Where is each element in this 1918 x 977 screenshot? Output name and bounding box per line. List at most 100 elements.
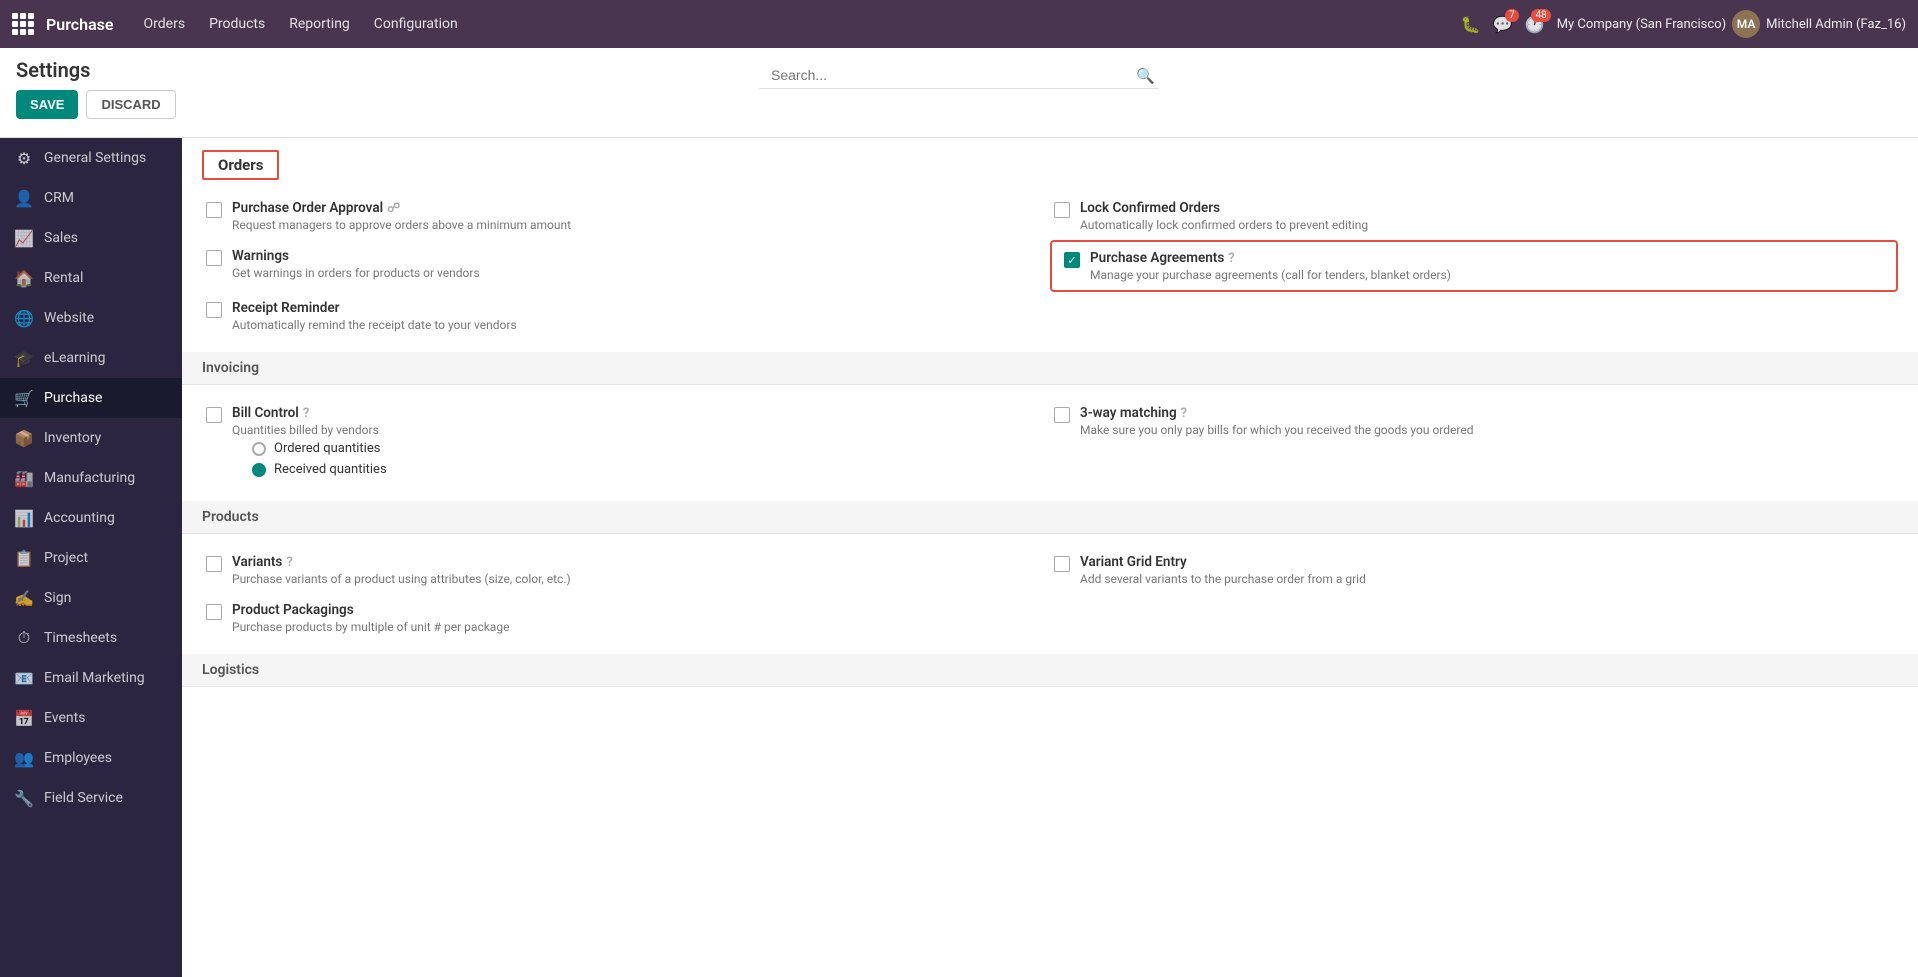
variants-title: Variants ? [232, 554, 571, 570]
sidebar-label-timesheets: Timesheets [44, 630, 117, 646]
sidebar-label-inventory: Inventory [44, 430, 101, 446]
company-name: My Company (San Francisco) [1557, 17, 1726, 32]
inventory-icon: 📦 [14, 428, 34, 448]
product-packagings-text: Product Packagings Purchase products by … [232, 602, 509, 634]
sidebar-item-sales[interactable]: 📈 Sales [0, 218, 182, 258]
sidebar-label-manufacturing: Manufacturing [44, 470, 135, 486]
settings-content: Orders Purchase Order Approval ☍ Request… [182, 138, 1918, 977]
sales-icon: 📈 [14, 228, 34, 248]
nav-products[interactable]: Products [199, 10, 275, 38]
purchase-order-approval-help[interactable]: ☍ [387, 201, 400, 216]
receipt-reminder-title: Receipt Reminder [232, 300, 517, 316]
sidebar-item-inventory[interactable]: 📦 Inventory [0, 418, 182, 458]
orders-section-header-wrap: Orders [182, 138, 1918, 192]
warnings-text: Warnings Get warnings in orders for prod… [232, 248, 480, 280]
sidebar-label-field-service: Field Service [44, 790, 123, 806]
bill-control-help[interactable]: ? [303, 406, 309, 421]
radio-received-quantities[interactable]: Received quantities [252, 462, 1046, 477]
purchase-agreements-checkbox[interactable]: ✓ [1064, 252, 1080, 268]
lock-confirmed-orders-desc: Automatically lock confirmed orders to p… [1080, 218, 1368, 232]
sidebar-label-elearning: eLearning [44, 350, 105, 366]
sidebar-item-website[interactable]: 🌐 Website [0, 298, 182, 338]
lock-confirmed-orders-item: Lock Confirmed Orders Automatically lock… [1050, 192, 1898, 240]
top-navigation: Purchase Orders Products Reporting Confi… [0, 0, 1918, 48]
sidebar-label-purchase: Purchase [44, 390, 102, 406]
sidebar-item-employees[interactable]: 👥 Employees [0, 738, 182, 778]
variant-grid-entry-title: Variant Grid Entry [1080, 554, 1366, 570]
employees-icon: 👥 [14, 748, 34, 768]
lock-confirmed-orders-checkbox[interactable] [1054, 202, 1070, 218]
sidebar-item-purchase[interactable]: 🛒 Purchase [0, 378, 182, 418]
search-input[interactable] [759, 62, 1159, 89]
purchase-icon: 🛒 [14, 388, 34, 408]
radio-ordered-quantities[interactable]: Ordered quantities [252, 441, 1046, 456]
nav-reporting[interactable]: Reporting [279, 10, 360, 38]
messages-icon[interactable]: 💬 7 [1493, 15, 1513, 34]
nav-configuration[interactable]: Configuration [364, 10, 468, 38]
sidebar-label-project: Project [44, 550, 88, 566]
app-name[interactable]: Purchase [46, 15, 114, 34]
sidebar-item-accounting[interactable]: 📊 Accounting [0, 498, 182, 538]
sidebar-item-timesheets[interactable]: ⏱ Timesheets [0, 618, 182, 658]
bill-control-desc: Quantities billed by vendors [232, 423, 379, 437]
sidebar-label-rental: Rental [44, 270, 83, 286]
sign-icon: ✍ [14, 588, 34, 608]
sidebar-item-sign[interactable]: ✍ Sign [0, 578, 182, 618]
nav-orders[interactable]: Orders [134, 10, 196, 38]
radio-ordered-label: Ordered quantities [274, 441, 380, 456]
user-info[interactable]: My Company (San Francisco) MA Mitchell A… [1557, 10, 1906, 38]
product-packagings-title: Product Packagings [232, 602, 509, 618]
invoicing-section-title: Invoicing [182, 352, 1918, 385]
discard-button[interactable]: DISCARD [86, 90, 175, 119]
clock-icon[interactable]: 🕐 48 [1525, 15, 1545, 34]
bug-icon[interactable]: 🐛 [1461, 15, 1481, 34]
three-way-help[interactable]: ? [1181, 406, 1187, 421]
sidebar-item-rental[interactable]: 🏠 Rental [0, 258, 182, 298]
purchase-order-approval-desc: Request managers to approve orders above… [232, 218, 571, 232]
top-right-icons: 🐛 💬 7 🕐 48 My Company (San Francisco) MA… [1461, 10, 1906, 38]
app-grid-icon[interactable] [12, 13, 34, 35]
rental-icon: 🏠 [14, 268, 34, 288]
field-service-icon: 🔧 [14, 788, 34, 808]
project-icon: 📋 [14, 548, 34, 568]
bill-control-checkbox[interactable] [206, 407, 222, 423]
purchase-agreements-help[interactable]: ? [1228, 251, 1234, 266]
sidebar-item-email-marketing[interactable]: 📧 Email Marketing [0, 658, 182, 698]
clock-badge: 48 [1531, 9, 1550, 22]
variants-help[interactable]: ? [286, 555, 292, 570]
save-button[interactable]: SAVE [16, 90, 78, 119]
purchase-order-approval-checkbox[interactable] [206, 202, 222, 218]
sidebar-label-crm: CRM [44, 190, 74, 206]
sidebar-item-events[interactable]: 📅 Events [0, 698, 182, 738]
receipt-reminder-item: Receipt Reminder Automatically remind th… [202, 292, 1050, 340]
sidebar-item-elearning[interactable]: 🎓 eLearning [0, 338, 182, 378]
sidebar-label-general-settings: General Settings [44, 150, 146, 166]
purchase-agreements-title: Purchase Agreements ? [1090, 250, 1451, 266]
sidebar-item-general-settings[interactable]: ⚙ General Settings [0, 138, 182, 178]
variant-grid-entry-desc: Add several variants to the purchase ord… [1080, 572, 1366, 586]
variant-grid-entry-text: Variant Grid Entry Add several variants … [1080, 554, 1366, 586]
warnings-checkbox[interactable] [206, 250, 222, 266]
product-packagings-checkbox[interactable] [206, 604, 222, 620]
variant-grid-entry-checkbox[interactable] [1054, 556, 1070, 572]
bill-control-radio-group: Ordered quantities Received quantities [206, 437, 1046, 481]
sidebar-label-email-marketing: Email Marketing [44, 670, 145, 686]
sidebar-item-crm[interactable]: 👤 CRM [0, 178, 182, 218]
variants-checkbox[interactable] [206, 556, 222, 572]
purchase-order-approval-item: Purchase Order Approval ☍ Request manage… [202, 192, 1050, 240]
sub-header: Settings SAVE DISCARD 🔍 [0, 48, 1918, 138]
sidebar-item-manufacturing[interactable]: 🏭 Manufacturing [0, 458, 182, 498]
three-way-matching-checkbox[interactable] [1054, 407, 1070, 423]
purchase-order-approval-text: Purchase Order Approval ☍ Request manage… [232, 200, 571, 232]
variants-desc: Purchase variants of a product using att… [232, 572, 571, 586]
lock-confirmed-orders-title: Lock Confirmed Orders [1080, 200, 1368, 216]
sidebar-item-field-service[interactable]: 🔧 Field Service [0, 778, 182, 818]
avatar[interactable]: MA [1732, 10, 1760, 38]
receipt-reminder-checkbox[interactable] [206, 302, 222, 318]
sidebar-item-project[interactable]: 📋 Project [0, 538, 182, 578]
bill-control-title: Bill Control ? [232, 405, 379, 421]
sidebar-label-events: Events [44, 710, 85, 726]
variants-text: Variants ? Purchase variants of a produc… [232, 554, 571, 586]
radio-received-label: Received quantities [274, 462, 387, 477]
nav-links: Orders Products Reporting Configuration [134, 10, 1457, 38]
